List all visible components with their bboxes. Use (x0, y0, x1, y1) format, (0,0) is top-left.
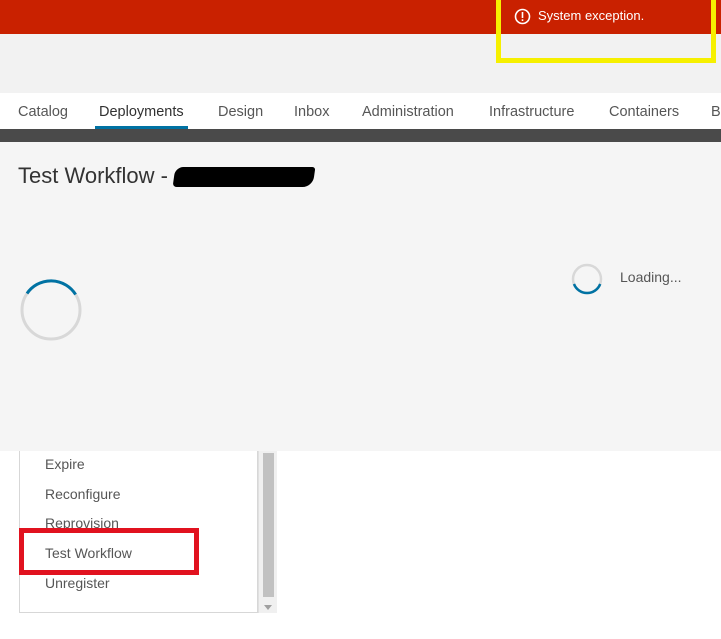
tab-design[interactable]: Design (218, 93, 263, 129)
main-nav: Catalog Deployments Design Inbox Adminis… (0, 93, 721, 129)
loading-spinner-large-icon (20, 279, 82, 341)
page-title: Test Workflow - (18, 163, 316, 189)
action-item-reprovision[interactable]: Reprovision (45, 515, 119, 528)
dropdown-scrollbar[interactable] (258, 451, 277, 613)
redacted-name (172, 167, 316, 187)
loading-text: Loading... (620, 269, 682, 285)
scrollbar-thumb[interactable] (263, 453, 274, 597)
error-circle-icon (514, 8, 531, 25)
app-window: System exception. Catalog Deployments De… (0, 0, 721, 639)
error-banner: System exception. (0, 0, 721, 34)
tab-administration[interactable]: Administration (362, 93, 454, 129)
tab-catalog[interactable]: Catalog (18, 93, 68, 129)
content-area: Test Workflow - Loading... (0, 142, 721, 451)
action-item-expire[interactable]: Expire (45, 456, 85, 472)
page-title-text: Test Workflow - (18, 163, 168, 188)
tab-infrastructure[interactable]: Infrastructure (489, 93, 574, 129)
loading-spinner-small-icon (571, 263, 603, 295)
tab-deployments[interactable]: Deployments (95, 93, 188, 129)
error-message[interactable]: System exception. (514, 7, 644, 25)
tab-truncated[interactable]: B (711, 93, 721, 129)
action-item-test-workflow[interactable]: Test Workflow (45, 545, 132, 561)
tab-inbox[interactable]: Inbox (294, 93, 329, 129)
action-item-unregister[interactable]: Unregister (45, 575, 110, 591)
nav-divider (0, 129, 721, 142)
scroll-down-arrow-icon[interactable] (264, 605, 272, 610)
tab-containers[interactable]: Containers (609, 93, 679, 129)
action-item-reconfigure[interactable]: Reconfigure (45, 486, 121, 502)
action-dropdown-list: Expire Reconfigure Reprovision Test Work… (19, 451, 258, 613)
header-strip (0, 34, 721, 93)
error-message-text: System exception. (538, 8, 645, 23)
